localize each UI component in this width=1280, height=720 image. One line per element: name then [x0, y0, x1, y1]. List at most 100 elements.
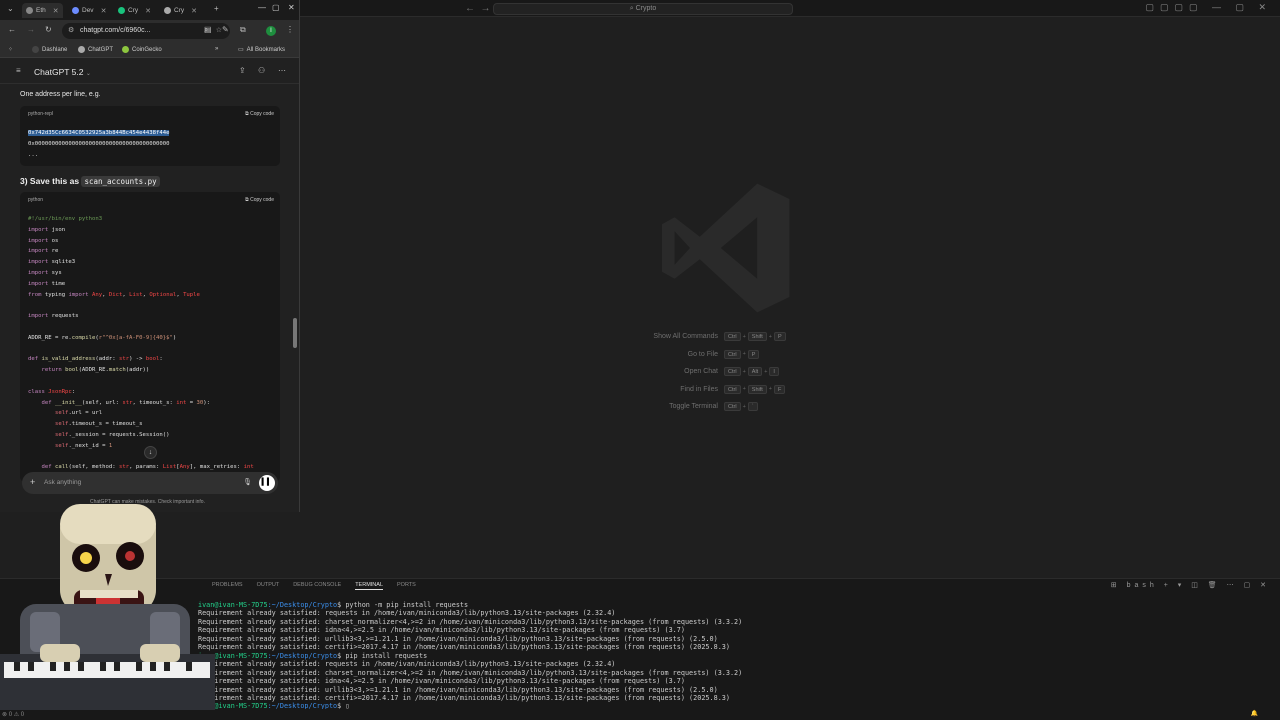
browser-menu-icon[interactable]: ⋮ [286, 25, 294, 34]
keycap: Alt [747, 367, 763, 377]
bookmarks-overflow-icon[interactable]: » [215, 46, 218, 52]
welcome-shortcuts: Show All Commands Ctrl + Shift + P Go to File C… [620, 328, 860, 416]
keycap: Ctrl [724, 332, 741, 342]
heading-text: 3) Save this as [20, 176, 80, 186]
tab-close-icon[interactable]: ✕ [191, 7, 197, 15]
bookmark-chatgpt[interactable]: ChatGPT [78, 46, 113, 53]
new-tab-icon[interactable]: + [214, 4, 219, 13]
keycap: F [774, 384, 786, 394]
terminal-command: $ pip install requests [337, 651, 428, 660]
heading-inline-code: scan_accounts.py [81, 176, 160, 187]
terminal-output-line: Requirement already satisfied: urllib3<3… [198, 634, 718, 643]
attach-plus-icon[interactable]: + [30, 477, 35, 487]
pen-icon[interactable]: ✎ [222, 25, 229, 34]
composer-placeholder[interactable]: Ask anything [44, 479, 81, 486]
bookmark-dashlane[interactable]: Dashlane [32, 46, 67, 53]
code-line: ... [28, 151, 39, 158]
close-window-icon[interactable]: ✕ [288, 3, 295, 12]
keycap: P [747, 349, 760, 359]
streamer-avatar-skeleton [0, 504, 215, 710]
notifications-bell-icon[interactable]: 🔔 [1251, 710, 1258, 717]
terminal-shell-label: bash [1126, 582, 1158, 589]
terminal-output-line: Requirement already satisfied: requests … [198, 660, 616, 669]
extension-icon[interactable]: ▤ [204, 25, 212, 34]
code-lines[interactable]: 0x742d35Cc6634C0532925a3b844Bc454e4438f4… [28, 128, 170, 160]
browser-window: ⌄ Eth ✕ Dev ✕ Cry ✕ Cry ✕ + — ▢ ✕ ← → ↻ ⚙ chatg… [0, 0, 300, 512]
tab-close-icon[interactable]: ✕ [53, 7, 59, 15]
url-text: chatgpt.com/c/6960c... [80, 27, 151, 34]
scroll-down-button[interactable]: ↓ [144, 446, 157, 459]
voice-mode-icon[interactable]: ▍▍ [259, 475, 275, 491]
terminal-path: :~/Desktop/Crypto [267, 601, 338, 609]
minimize-icon[interactable]: — [258, 3, 266, 12]
extensions-puzzle-icon[interactable]: ⧉ [240, 25, 246, 35]
shortcut-row[interactable]: Show All Commands Ctrl + Shift + P [620, 328, 860, 346]
command-center-search[interactable]: ⌕ Crypto [493, 3, 793, 15]
panel-tabs: PROBLEMS OUTPUT DEBUG CONSOLE TERMINAL PORTS [212, 582, 416, 590]
vscode-logo-watermark-icon [662, 183, 790, 313]
model-selector[interactable]: ChatGPT 5.2 ⌄ [34, 67, 91, 77]
code-lang-label: python [28, 197, 44, 203]
terminal-output-line: Requirement already satisfied: certifi>=… [198, 693, 730, 702]
panel-tab-terminal[interactable]: TERMINAL [355, 582, 383, 590]
bookmark-label: CoinGecko [132, 46, 162, 53]
forward-icon[interactable]: → [27, 25, 35, 34]
keycap: Shift [747, 332, 767, 342]
sidebar-toggle-icon[interactable]: ≡ [16, 66, 21, 75]
key-separator: + [768, 333, 773, 340]
terminal-path: :~/Desktop/Crypto [267, 651, 338, 660]
shortcut-name: Toggle Terminal [669, 403, 718, 411]
key-separator: + [764, 368, 768, 375]
tab-strip: ⌄ Eth ✕ Dev ✕ Cry ✕ Cry ✕ + — ▢ ✕ [0, 0, 299, 20]
shortcut-row[interactable]: Toggle Terminal Ctrl + ` [620, 398, 860, 416]
back-icon[interactable]: ← [8, 25, 16, 34]
chatgpt-header: ≡ ChatGPT 5.2 ⌄ ⇪ ⚇ ⋯ [0, 58, 299, 84]
key-separator: + [742, 403, 746, 410]
copy-code-button[interactable]: ⧉ Copy code [245, 197, 274, 203]
tab-close-icon[interactable]: ✕ [145, 7, 151, 15]
shortcut-row[interactable]: Go to File Ctrl + P [620, 346, 860, 364]
site-info-icon[interactable]: ⚙ [68, 23, 74, 39]
maximize-icon[interactable]: ▢ [272, 3, 280, 12]
terminal-output[interactable]: ivan@ivan-MS-7D75:~/Desktop/Crypto$ pyth… [198, 601, 1268, 711]
panel-tab-output[interactable]: OUTPUT [257, 582, 280, 590]
keycap: Ctrl [724, 367, 741, 377]
python-source[interactable]: #!/usr/bin/env python3 import json impor… [28, 214, 254, 473]
profile-avatar[interactable]: I [266, 26, 276, 36]
add-people-icon[interactable]: ⚇ [258, 66, 265, 75]
bookmark-label: Dashlane [42, 46, 68, 53]
terminal-output-line: Requirement already satisfied: certifi>=… [198, 643, 730, 652]
reload-icon[interactable]: ↻ [45, 25, 52, 34]
chatgpt-icon [78, 46, 85, 53]
browser-tab[interactable]: Dev ✕ [68, 3, 110, 18]
panel-tab-problems[interactable]: PROBLEMS [212, 582, 243, 590]
tab-search-icon[interactable]: ⌄ [7, 4, 14, 13]
all-bookmarks[interactable]: ▭ All Bookmarks [238, 46, 285, 54]
apps-icon[interactable]: ⁘ [8, 46, 13, 53]
browser-tab[interactable]: Cry ✕ [114, 3, 155, 18]
message-composer[interactable]: + Ask anything 🎙 ▍▍ [22, 472, 278, 494]
copy-code-button[interactable]: ⧉ Copy code [245, 111, 274, 117]
tab-favicon-icon [118, 7, 125, 14]
nav-arrows-icon[interactable]: ← → [465, 3, 491, 14]
terminal-prompt-line: ivan@ivan-MS-7D75:~/Desktop/Crypto$ pyth… [198, 601, 1268, 609]
panel-tab-ports[interactable]: PORTS [397, 582, 416, 590]
shortcut-row[interactable]: Open Chat Ctrl + Alt + I [620, 363, 860, 381]
coingecko-icon [122, 46, 129, 53]
shortcut-row[interactable]: Find in Files Ctrl + Shift + F [620, 381, 860, 399]
tab-favicon-icon [72, 7, 79, 14]
browser-tab[interactable]: Cry ✕ [160, 3, 201, 18]
tab-close-icon[interactable]: ✕ [101, 7, 107, 15]
more-options-icon[interactable]: ⋯ [278, 66, 286, 75]
page-scrollbar[interactable] [293, 318, 297, 348]
bookmark-coingecko[interactable]: CoinGecko [122, 46, 162, 53]
browser-tab[interactable]: Eth ✕ [22, 3, 63, 18]
bookmarks-bar: ⁘ Dashlane ChatGPT CoinGecko » ▭ All Book… [0, 42, 299, 58]
panel-tab-debug-console[interactable]: DEBUG CONSOLE [293, 582, 341, 590]
terminal-command: $ python -m pip install requests [337, 601, 469, 609]
panel-controls[interactable]: ⊞ bash + ▾ ◫ 🗑 ⋯ ▢ ✕ [1111, 581, 1270, 589]
share-icon[interactable]: ⇪ [239, 66, 246, 75]
keycap: Shift [747, 384, 767, 394]
microphone-icon[interactable]: 🎙 [243, 478, 252, 486]
window-controls[interactable]: ▢▢▢▢ — ▢ ✕ [1145, 2, 1272, 13]
